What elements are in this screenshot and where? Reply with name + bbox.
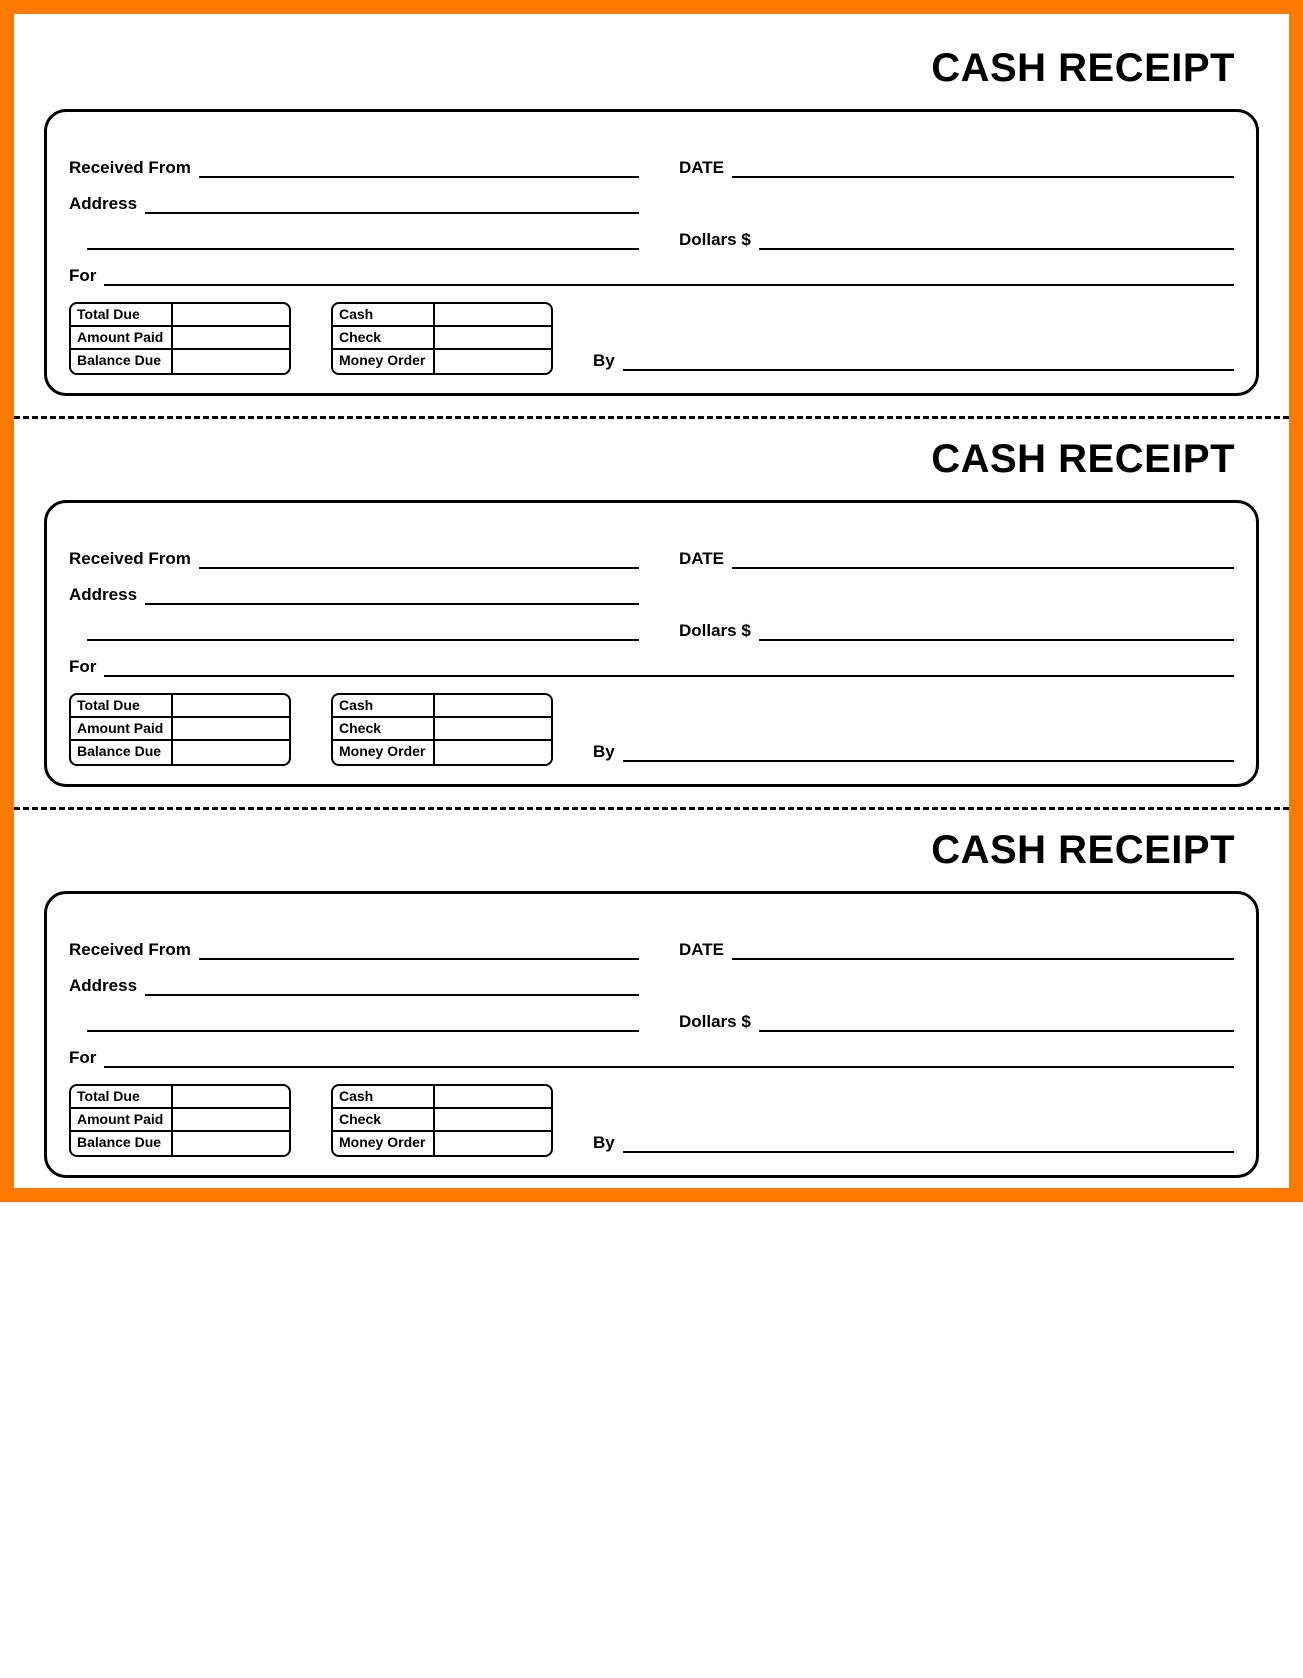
by-input[interactable] — [623, 353, 1234, 371]
totals-grid: Total Due Amount Paid Balance Due — [69, 693, 291, 766]
date-label: DATE — [679, 940, 732, 960]
money-order-input[interactable] — [435, 741, 551, 764]
receipt-box: Received From DATE Address — [44, 109, 1259, 396]
total-due-label: Total Due — [71, 695, 173, 716]
amount-paid-input[interactable] — [173, 1109, 289, 1130]
received-from-label: Received From — [69, 549, 199, 569]
amount-paid-input[interactable] — [173, 327, 289, 348]
dollars-input[interactable] — [759, 623, 1234, 641]
balance-due-label: Balance Due — [71, 1132, 173, 1155]
total-due-label: Total Due — [71, 304, 173, 325]
for-label: For — [69, 1048, 104, 1068]
amount-paid-label: Amount Paid — [71, 1109, 173, 1130]
address-input[interactable] — [145, 196, 639, 214]
address-line2-input[interactable] — [87, 232, 639, 250]
dollars-label: Dollars $ — [679, 621, 759, 641]
for-input[interactable] — [104, 659, 1234, 677]
totals-grid: Total Due Amount Paid Balance Due — [69, 302, 291, 375]
cash-label: Cash — [333, 695, 435, 716]
money-order-label: Money Order — [333, 1132, 435, 1155]
total-due-input[interactable] — [173, 304, 289, 325]
dollars-input[interactable] — [759, 1014, 1234, 1032]
for-input[interactable] — [104, 268, 1234, 286]
date-input[interactable] — [732, 942, 1234, 960]
payment-grid: Cash Check Money Order — [331, 693, 553, 766]
cash-input[interactable] — [435, 1086, 551, 1107]
cash-label: Cash — [333, 304, 435, 325]
address-line2-input[interactable] — [87, 623, 639, 641]
for-label: For — [69, 657, 104, 677]
by-input[interactable] — [623, 1135, 1234, 1153]
money-order-label: Money Order — [333, 350, 435, 373]
address-label: Address — [69, 976, 145, 996]
date-input[interactable] — [732, 551, 1234, 569]
total-due-input[interactable] — [173, 1086, 289, 1107]
receipt-box: Received From DATE Address — [44, 891, 1259, 1178]
by-label: By — [593, 742, 623, 762]
payment-grid: Cash Check Money Order — [331, 302, 553, 375]
check-label: Check — [333, 718, 435, 739]
perforation-line — [14, 416, 1289, 419]
total-due-label: Total Due — [71, 1086, 173, 1107]
received-from-input[interactable] — [199, 551, 639, 569]
received-from-label: Received From — [69, 940, 199, 960]
by-input[interactable] — [623, 744, 1234, 762]
total-due-input[interactable] — [173, 695, 289, 716]
receipt-box: Received From DATE Address — [44, 500, 1259, 787]
perforation-line — [14, 807, 1289, 810]
address-input[interactable] — [145, 978, 639, 996]
address-input[interactable] — [145, 587, 639, 605]
for-label: For — [69, 266, 104, 286]
money-order-label: Money Order — [333, 741, 435, 764]
receipt-title: CASH RECEIPT — [44, 437, 1259, 500]
check-label: Check — [333, 327, 435, 348]
amount-paid-input[interactable] — [173, 718, 289, 739]
dollars-input[interactable] — [759, 232, 1234, 250]
balance-due-label: Balance Due — [71, 741, 173, 764]
check-input[interactable] — [435, 327, 551, 348]
dollars-label: Dollars $ — [679, 1012, 759, 1032]
by-label: By — [593, 351, 623, 371]
receipt-title: CASH RECEIPT — [44, 828, 1259, 891]
balance-due-label: Balance Due — [71, 350, 173, 373]
money-order-input[interactable] — [435, 350, 551, 373]
cash-input[interactable] — [435, 304, 551, 325]
balance-due-input[interactable] — [173, 741, 289, 764]
by-label: By — [593, 1133, 623, 1153]
money-order-input[interactable] — [435, 1132, 551, 1155]
receipt-section-2: CASH RECEIPT Received From DATE Address — [44, 425, 1259, 787]
dollars-label: Dollars $ — [679, 230, 759, 250]
date-input[interactable] — [732, 160, 1234, 178]
totals-grid: Total Due Amount Paid Balance Due — [69, 1084, 291, 1157]
page: CASH RECEIPT Received From DATE Address — [0, 0, 1303, 1202]
cash-label: Cash — [333, 1086, 435, 1107]
received-from-input[interactable] — [199, 160, 639, 178]
address-label: Address — [69, 194, 145, 214]
received-from-input[interactable] — [199, 942, 639, 960]
address-line2-input[interactable] — [87, 1014, 639, 1032]
date-label: DATE — [679, 549, 732, 569]
balance-due-input[interactable] — [173, 1132, 289, 1155]
amount-paid-label: Amount Paid — [71, 327, 173, 348]
balance-due-input[interactable] — [173, 350, 289, 373]
receipt-section-1: CASH RECEIPT Received From DATE Address — [44, 34, 1259, 396]
payment-grid: Cash Check Money Order — [331, 1084, 553, 1157]
address-label: Address — [69, 585, 145, 605]
receipt-title: CASH RECEIPT — [44, 46, 1259, 109]
receipt-section-3: CASH RECEIPT Received From DATE Address — [44, 816, 1259, 1178]
for-input[interactable] — [104, 1050, 1234, 1068]
check-input[interactable] — [435, 1109, 551, 1130]
cash-input[interactable] — [435, 695, 551, 716]
check-label: Check — [333, 1109, 435, 1130]
date-label: DATE — [679, 158, 732, 178]
received-from-label: Received From — [69, 158, 199, 178]
amount-paid-label: Amount Paid — [71, 718, 173, 739]
check-input[interactable] — [435, 718, 551, 739]
